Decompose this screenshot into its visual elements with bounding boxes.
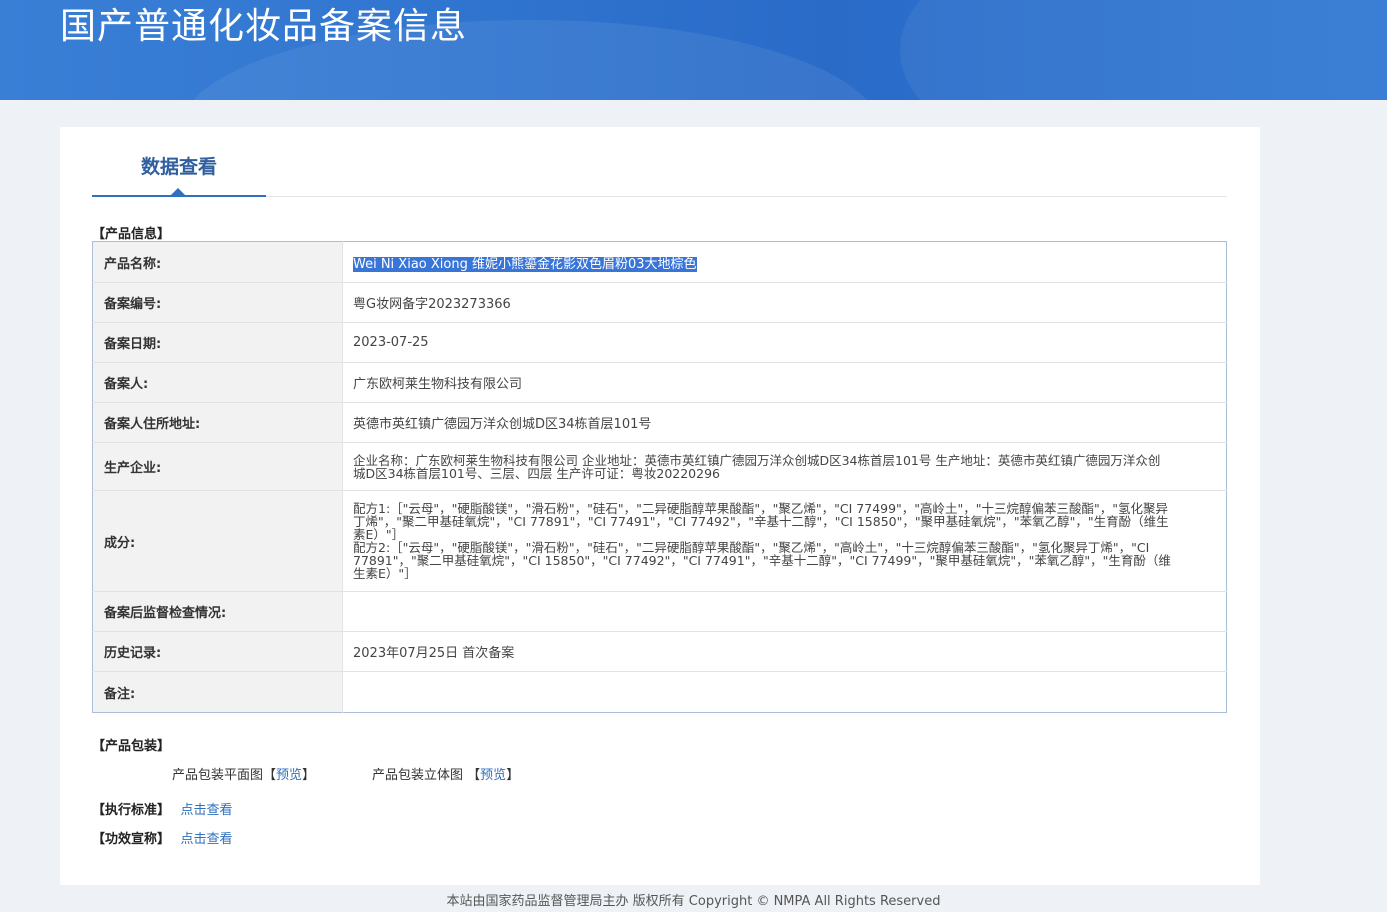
- section-title-efficacy: 【功效宣称】: [92, 832, 171, 847]
- product-info-table: 产品名称: Wei Ni Xiao Xiong 维妮小熊鎏金花影双色眉粉03大地…: [92, 241, 1227, 713]
- packaging-flat-item: 产品包装平面图【预览】: [172, 764, 315, 783]
- packaging-3d-preview-link[interactable]: 预览: [480, 768, 506, 783]
- section-efficacy: 【功效宣称】 点击查看: [92, 828, 233, 847]
- bracket: 】: [302, 768, 316, 783]
- row-value: 粤G妆网备字2023273366: [342, 282, 1227, 323]
- bracket: 】: [506, 768, 520, 783]
- page-title: 国产普通化妆品备案信息: [60, 6, 468, 47]
- bracket: 【: [263, 768, 277, 783]
- section-title-product-info: 【产品信息】: [92, 227, 171, 242]
- table-row: 备案后监督检查情况:: [92, 591, 1227, 632]
- row-value: [342, 671, 1227, 713]
- row-value: 2023-07-25: [342, 322, 1227, 363]
- row-value: Wei Ni Xiao Xiong 维妮小熊鎏金花影双色眉粉03大地棕色: [343, 242, 1227, 283]
- table-row: 备案日期: 2023-07-25: [92, 322, 1227, 363]
- row-key: 备案后监督检查情况:: [92, 591, 343, 632]
- header-banner: 国产普通化妆品备案信息: [0, 0, 1387, 100]
- row-value: 英德市英红镇广德园万洋众创城D区34栋首层101号: [342, 402, 1227, 443]
- packaging-3d-label: 产品包装立体图: [372, 768, 464, 783]
- row-key: 备案人:: [92, 362, 343, 403]
- table-row: 备案编号: 粤G妆网备字2023273366: [92, 282, 1227, 323]
- row-key: 备案人住所地址:: [92, 402, 343, 443]
- section-title-standard: 【执行标准】: [92, 803, 171, 818]
- bracket: 【: [467, 768, 481, 783]
- table-row: 备注:: [92, 671, 1227, 713]
- row-key: 成分:: [92, 490, 343, 592]
- efficacy-view-link[interactable]: 点击查看: [181, 832, 233, 847]
- banner-decoration: [900, 0, 1387, 100]
- section-title-packaging: 【产品包装】: [92, 739, 171, 754]
- table-row: 生产企业: 企业名称：广东欧柯莱生物科技有限公司 企业地址：英德市英红镇广德园万…: [92, 442, 1227, 491]
- row-value: 2023年07月25日 首次备案: [342, 631, 1227, 672]
- row-key: 产品名称:: [92, 241, 343, 283]
- row-value: 广东欧柯莱生物科技有限公司: [342, 362, 1227, 403]
- product-name-value[interactable]: Wei Ni Xiao Xiong 维妮小熊鎏金花影双色眉粉03大地棕色: [353, 256, 697, 272]
- packaging-flat-label: 产品包装平面图: [172, 768, 264, 783]
- table-row: 产品名称: Wei Ni Xiao Xiong 维妮小熊鎏金花影双色眉粉03大地…: [92, 241, 1227, 283]
- row-key: 生产企业:: [92, 442, 343, 491]
- tab-data-view[interactable]: 数据查看: [92, 127, 266, 197]
- table-row: 历史记录: 2023年07月25日 首次备案: [92, 631, 1227, 672]
- tab-label: 数据查看: [140, 156, 217, 178]
- row-key: 备注:: [92, 671, 343, 713]
- table-row: 备案人住所地址: 英德市英红镇广德园万洋众创城D区34栋首层101号: [92, 402, 1227, 443]
- row-value: [342, 591, 1227, 632]
- packaging-flat-preview-link[interactable]: 预览: [276, 768, 302, 783]
- footer-copyright: 本站由国家药品监督管理局主办 版权所有 Copyright © NMPA All…: [446, 894, 941, 909]
- row-key: 历史记录:: [92, 631, 343, 672]
- standard-view-link[interactable]: 点击查看: [181, 803, 233, 818]
- table-row: 备案人: 广东欧柯莱生物科技有限公司: [92, 362, 1227, 403]
- row-key: 备案日期:: [92, 322, 343, 363]
- row-value: 企业名称：广东欧柯莱生物科技有限公司 企业地址：英德市英红镇广德园万洋众创城D区…: [342, 442, 1227, 491]
- row-key: 备案编号:: [92, 282, 343, 323]
- row-value: 配方1:［"云母"，"硬脂酸镁"，"滑石粉"，"硅石"，"二异硬脂醇苹果酸酯"，…: [342, 490, 1227, 592]
- section-standard: 【执行标准】 点击查看: [92, 799, 233, 818]
- content-card: 数据查看 【产品信息】 产品名称: Wei Ni Xiao Xiong 维妮小熊…: [60, 127, 1260, 885]
- tab-bar: 数据查看: [92, 127, 1227, 197]
- formula-2: 配方2:［"云母"，"硬脂酸镁"，"滑石粉"，"硅石"，"二异硬脂醇苹果酸酯"，…: [353, 540, 1171, 581]
- packaging-3d-item: 产品包装立体图 【预览】: [372, 764, 519, 783]
- tab-indicator-icon: [171, 188, 185, 195]
- table-row: 成分: 配方1:［"云母"，"硬脂酸镁"，"滑石粉"，"硅石"，"二异硬脂醇苹果…: [92, 490, 1227, 592]
- formula-1: 配方1:［"云母"，"硬脂酸镁"，"滑石粉"，"硅石"，"二异硬脂醇苹果酸酯"，…: [353, 501, 1169, 542]
